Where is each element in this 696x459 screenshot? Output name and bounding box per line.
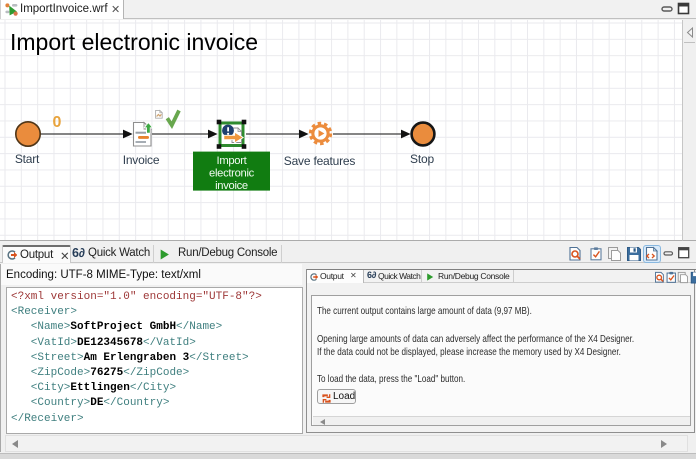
svg-text:electronic: electronic bbox=[209, 168, 255, 180]
svg-text:invoice: invoice bbox=[215, 180, 248, 192]
svg-text:0: 0 bbox=[53, 114, 62, 131]
svg-text:Start: Start bbox=[15, 152, 40, 166]
svg-text:Invoice: Invoice bbox=[123, 153, 160, 167]
svg-text:Save features: Save features bbox=[284, 154, 356, 168]
svg-text:Import: Import bbox=[217, 155, 248, 167]
svg-text:Stop: Stop bbox=[410, 152, 434, 166]
